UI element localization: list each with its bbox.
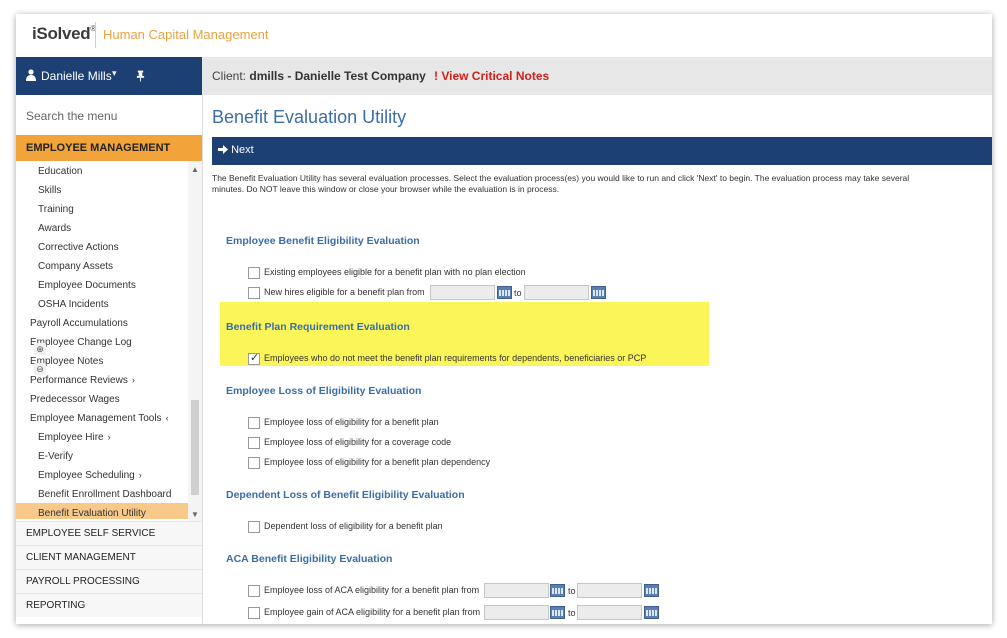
new-hires-to-date-input[interactable]	[524, 285, 589, 300]
client-name: dmills - Danielle Test Company	[249, 69, 426, 83]
user-name[interactable]: Danielle Mills	[41, 69, 112, 83]
sidebar-item-benefit-enrollment-dashboard[interactable]: Benefit Enrollment Dashboard	[38, 489, 171, 500]
aca-loss-from-date-input[interactable]	[484, 583, 549, 598]
intro-text: The Benefit Evaluation Utility has sever…	[212, 173, 910, 194]
sidebar-item-osha-incidents[interactable]: OSHA Incidents	[38, 299, 109, 310]
calendar-icon[interactable]	[644, 606, 659, 619]
menu-section-reporting[interactable]: REPORTING	[16, 593, 202, 617]
checkbox[interactable]	[248, 457, 260, 469]
aca-gain-to-date-input[interactable]	[577, 605, 642, 620]
action-toolbar: Next	[212, 137, 992, 165]
checkbox[interactable]	[248, 417, 260, 429]
sidebar-item-e-verify[interactable]: E-Verify	[38, 451, 73, 462]
sidebar: Search the menu EMPLOYEE MANAGEMENT Educ…	[16, 95, 203, 624]
chevron-down-icon[interactable]: ▾	[112, 68, 117, 79]
sidebar-item-payroll-accumulations[interactable]: Payroll Accumulations	[30, 318, 128, 329]
page-title: Benefit Evaluation Utility	[212, 107, 407, 127]
menu-section-employee-management[interactable]: EMPLOYEE MANAGEMENT	[16, 135, 202, 161]
checkbox[interactable]	[248, 521, 260, 533]
app-title: Human Capital Management	[103, 27, 269, 42]
scroll-up-icon[interactable]: ▲	[191, 165, 199, 174]
sidebar-item-employee-hire[interactable]: Employee Hire ›	[38, 432, 111, 443]
section-title-aca-benefit-eligibility: ACA Benefit Eligibility Evaluation	[226, 553, 393, 565]
sidebar-item-employee-scheduling[interactable]: Employee Scheduling ›	[38, 470, 142, 481]
scrollbar-thumb[interactable]	[191, 400, 199, 495]
pin-icon[interactable]	[136, 70, 145, 82]
sidebar-item-corrective-actions[interactable]: Corrective Actions	[38, 242, 119, 253]
sidebar-item-training[interactable]: Training	[38, 204, 74, 215]
arrow-right-icon	[218, 145, 228, 154]
menu-section-client-management[interactable]: CLIENT MANAGEMENT	[16, 545, 202, 569]
checkbox[interactable]	[248, 267, 260, 279]
app-window: iSolved® Human Capital Management Daniel…	[16, 14, 992, 624]
chevron-right-icon: ›	[138, 470, 142, 480]
aca-gain-from-date-input[interactable]	[484, 605, 549, 620]
menu-search-input[interactable]: Search the menu	[26, 109, 117, 123]
client-bar: Client: dmills - Danielle Test Company !…	[202, 57, 992, 95]
alert-icon: !	[434, 69, 438, 83]
sidebar-item-company-assets[interactable]: Company Assets	[38, 261, 113, 272]
sidebar-item-employee-management-tools[interactable]: Employee Management Tools ‹	[30, 413, 169, 424]
new-hires-from-date-input[interactable]	[430, 285, 495, 300]
isolved-logo[interactable]: iSolved®	[32, 24, 96, 44]
menu-section-payroll-processing[interactable]: PAYROLL PROCESSING	[16, 569, 202, 593]
zoom-in-icon[interactable]: ⊕	[34, 343, 46, 355]
to-label: to	[514, 288, 522, 298]
sidebar-menu-list: Education Skills Training Awards Correct…	[16, 161, 202, 521]
user-icon	[26, 69, 36, 81]
checkbox-checked[interactable]	[248, 351, 260, 365]
calendar-icon[interactable]	[550, 606, 565, 619]
to-label: to	[568, 586, 576, 596]
sidebar-item-employee-documents[interactable]: Employee Documents	[38, 280, 136, 291]
sidebar-item-awards[interactable]: Awards	[38, 223, 71, 234]
sidebar-item-benefit-evaluation-utility[interactable]: Benefit Evaluation Utility	[38, 508, 146, 519]
sidebar-bottom-sections: EMPLOYEE SELF SERVICE CLIENT MANAGEMENT …	[16, 521, 202, 624]
scroll-down-icon[interactable]: ▼	[191, 510, 199, 519]
checkbox[interactable]	[248, 585, 260, 597]
view-critical-notes-link[interactable]: ! View Critical Notes	[434, 69, 549, 83]
calendar-icon[interactable]	[497, 286, 512, 299]
top-header: iSolved® Human Capital Management	[16, 14, 992, 58]
zoom-out-icon[interactable]: ⊖	[34, 363, 46, 375]
chevron-left-icon: ‹	[165, 413, 169, 423]
client-info: Client: dmills - Danielle Test Company	[212, 69, 426, 83]
checkbox[interactable]	[248, 607, 260, 619]
sidebar-item-skills[interactable]: Skills	[38, 185, 61, 196]
calendar-icon[interactable]	[591, 286, 606, 299]
checkbox[interactable]	[248, 287, 260, 299]
calendar-icon[interactable]	[644, 584, 659, 597]
menu-section-employee-self-service[interactable]: EMPLOYEE SELF SERVICE	[16, 521, 202, 545]
to-label: to	[568, 608, 576, 618]
user-menu-bar[interactable]: Danielle Mills ▾	[16, 57, 202, 95]
aca-loss-to-date-input[interactable]	[577, 583, 642, 598]
checkbox[interactable]	[248, 437, 260, 449]
chevron-right-icon: ›	[107, 432, 111, 442]
calendar-icon[interactable]	[550, 584, 565, 597]
chevron-right-icon: ›	[131, 375, 135, 385]
main-content: Benefit Evaluation Utility Next The Bene…	[202, 95, 992, 624]
section-title-dependent-loss-of-eligibility: Dependent Loss of Benefit Eligibility Ev…	[226, 489, 465, 501]
section-title-benefit-plan-requirement: Benefit Plan Requirement Evaluation	[226, 321, 410, 333]
section-title-employee-loss-of-eligibility: Employee Loss of Eligibility Evaluation	[226, 385, 422, 397]
section-title-employee-benefit-eligibility: Employee Benefit Eligibility Evaluation	[226, 235, 420, 247]
logo-divider	[95, 22, 96, 48]
sidebar-item-performance-reviews[interactable]: Performance Reviews ›	[30, 375, 135, 386]
next-button[interactable]: Next	[218, 144, 254, 156]
sidebar-item-education[interactable]: Education	[38, 166, 82, 177]
sidebar-item-predecessor-wages[interactable]: Predecessor Wages	[30, 394, 120, 405]
